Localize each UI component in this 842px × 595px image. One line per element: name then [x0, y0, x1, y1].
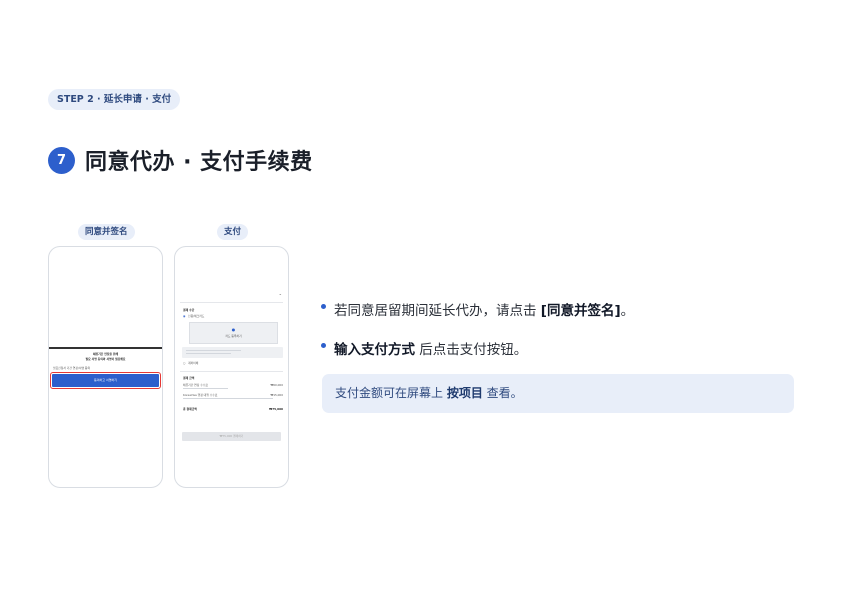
option-transfer-label: 계좌이체 [188, 361, 199, 365]
sign-text-line-2: 필요 서명 동의와 서명이 필요해요 [85, 357, 126, 361]
total-value: ₩75,000 [269, 407, 283, 411]
page-title: 同意代办 · 支付手续费 [85, 150, 313, 175]
step-badge: STEP 2 · 延长申请 · 支付 [48, 89, 181, 110]
card-register-box[interactable]: ● 카드 등록하기 [189, 322, 278, 344]
bullet-icon [321, 304, 326, 309]
fee-row-1-label: 체류기간 연장 수수료 [183, 383, 208, 387]
instruction-1-suffix: 。 [620, 303, 635, 319]
pay-button[interactable]: ₩75,000 결제하기 [182, 432, 281, 441]
radio-empty-icon[interactable]: ○ [183, 361, 185, 365]
instruction-list: 若同意居留期间延长代办，请点击 [同意并签名]。 输入支付方式 后点击支付按钮。 [321, 299, 634, 377]
instruction-2-suffix: 后点击支付按钮。 [415, 342, 528, 358]
info-suffix: 查看。 [482, 386, 523, 400]
title-row: 7 同意代办 · 支付手续费 [48, 144, 313, 176]
header-divider [180, 302, 283, 303]
info-bold: 按项目 [446, 386, 483, 400]
agree-sign-button[interactable]: 동의하고 서명하기 [50, 372, 161, 389]
payment-method-heading: 결제 수단 [183, 308, 195, 312]
amount-heading: 결제 금액 [183, 376, 195, 380]
info-box: 支付金额可在屏幕上 按项目 查看。 [322, 374, 794, 413]
radio-icon[interactable]: ◉ [183, 314, 185, 318]
payment-note [182, 347, 283, 358]
screen-divider [49, 347, 162, 349]
fee-row-1-value: ₩60,000 [270, 383, 283, 387]
phone-label-sign: 同意并签名 [78, 224, 135, 240]
instruction-item-2: 输入支付方式 后点击支付按钮。 [321, 338, 634, 358]
phone-screenshot-pay: ⌄ 결제 수단 ◉ 신용/체크카드 ● 카드 등록하기 ○ 계좌이체 결제 금액… [174, 246, 289, 488]
total-label: 총 결제금액 [183, 407, 197, 411]
instruction-1-prefix: 若同意居留期间延长代办，请点击 [334, 303, 541, 319]
phone-screenshot-sign: 체류기간 연장을 위해 필요 서명 동의와 서명이 필요해요 필요신청서 기간 … [48, 246, 163, 488]
phone-label-pay: 支付 [217, 224, 249, 240]
card-register-label: 카드 등록하기 [225, 334, 242, 338]
section-divider [180, 371, 283, 372]
instruction-1-bold: [同意并签名] [540, 303, 621, 319]
step-number: 7 [48, 146, 75, 174]
chevron-down-icon: ⌄ [278, 291, 282, 296]
sign-text-line-1: 체류기간 연장을 위해 [92, 352, 119, 356]
info-prefix: 支付金额可在屏幕上 [335, 386, 447, 400]
fee-row-2-label: KoreaVisa 행정 대행 수수료 [183, 393, 218, 397]
fee-row-2-value: ₩15,000 [270, 393, 283, 397]
sign-small-text: 필요신청서 기간 연장/서명 동의 [53, 366, 91, 370]
card-icon: ● [231, 327, 236, 332]
bullet-icon [321, 343, 326, 348]
instruction-2-bold: 输入支付方式 [334, 342, 415, 358]
instruction-item-1: 若同意居留期间延长代办，请点击 [同意并签名]。 [321, 299, 634, 319]
option-card-label: 신용/체크카드 [188, 314, 205, 318]
